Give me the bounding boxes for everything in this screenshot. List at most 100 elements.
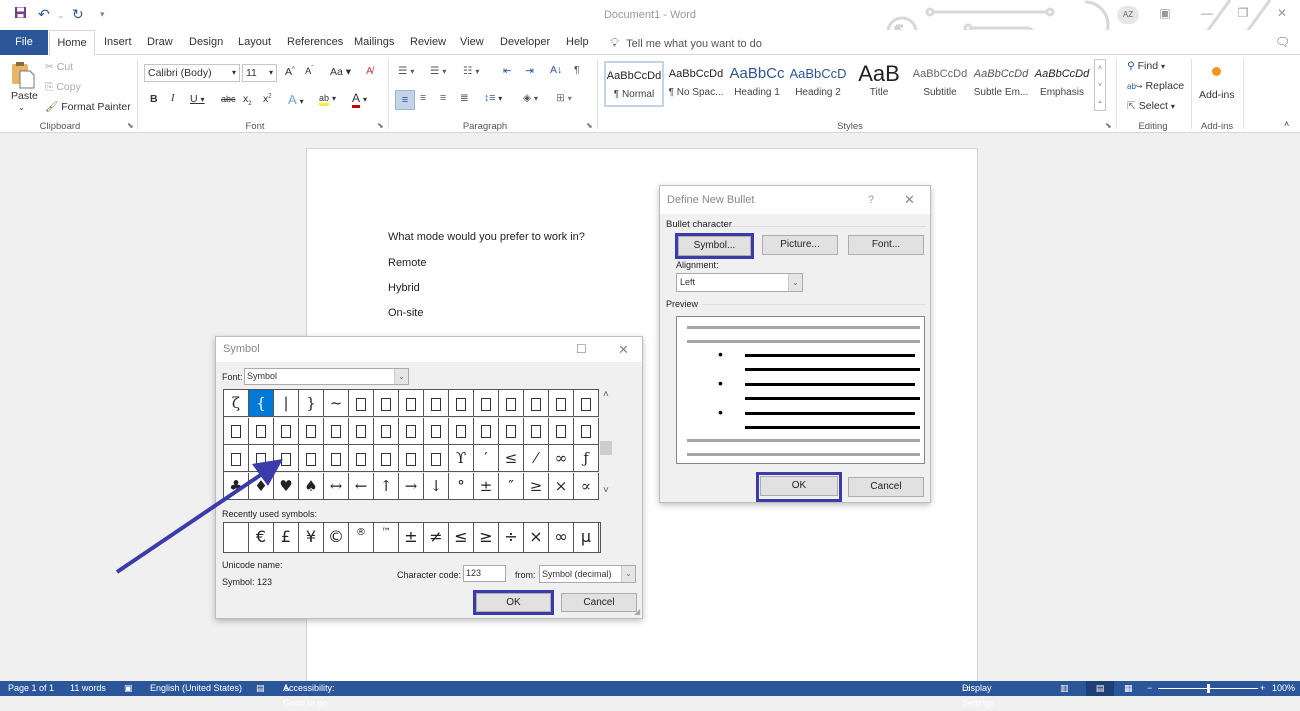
copy-button[interactable]: ⎘ Copy [45, 81, 81, 94]
increase-indent-button[interactable]: ⇥ [525, 65, 534, 77]
symbol-cell[interactable] [324, 417, 349, 445]
symbol-cell[interactable] [349, 417, 374, 445]
font-launcher-icon[interactable]: ⬊ [377, 121, 384, 130]
symbol-cell[interactable] [274, 445, 299, 472]
read-mode-icon[interactable]: ▥ [1060, 681, 1069, 696]
superscript-button[interactable]: x2 [263, 93, 272, 105]
tab-references[interactable]: References [287, 30, 343, 55]
tab-design[interactable]: Design [189, 30, 223, 55]
recent-symbol-cell[interactable]: × [524, 523, 549, 552]
styles-gallery-scroll[interactable]: ˄ ˅ ⩡ [1094, 59, 1106, 111]
decrease-indent-button[interactable]: ⇤ [503, 65, 512, 77]
symbol-cell[interactable]: { [249, 390, 274, 417]
style-subtle-emphasis[interactable]: AaBbCcDd Subtle Em... [971, 61, 1031, 107]
recent-symbol-cell[interactable]: ± [399, 523, 424, 552]
symbol-cell[interactable]: ↑ [374, 472, 399, 500]
symbol-cell[interactable]: ♠ [299, 472, 324, 500]
font-select[interactable]: Symbol ⌄ [244, 368, 409, 385]
ok-button[interactable]: OK [476, 593, 551, 612]
symbol-cell[interactable]: } [299, 390, 324, 417]
symbol-cell[interactable] [474, 417, 499, 445]
recent-symbol-cell[interactable]: ≠ [424, 523, 449, 552]
symbol-cell[interactable] [374, 445, 399, 472]
clear-formatting-icon[interactable]: A̸ [366, 65, 373, 77]
symbol-cell[interactable]: ≤ [499, 445, 524, 472]
subscript-button[interactable]: x2 [243, 93, 252, 107]
zoom-out-button[interactable]: − [1147, 681, 1152, 696]
recent-symbol-cell[interactable]: © [324, 523, 349, 552]
recent-symbol-cell[interactable]: ¥ [299, 523, 324, 552]
cut-button[interactable]: ✂ Cut [45, 61, 73, 73]
recent-symbol-cell[interactable] [224, 523, 249, 552]
help-icon[interactable]: ? [868, 186, 874, 214]
clipboard-launcher-icon[interactable]: ⬊ [127, 121, 134, 130]
scroll-down-icon[interactable]: ˅ [603, 485, 609, 496]
document-option-onsite[interactable]: On-site [388, 307, 423, 319]
close-icon[interactable]: ✕ [904, 186, 915, 214]
character-code-input[interactable]: 123 [463, 565, 506, 582]
font-button[interactable]: Font... [848, 235, 924, 255]
symbol-cell[interactable] [574, 417, 599, 445]
align-left-button[interactable]: ≡ [395, 90, 415, 110]
addins-icon[interactable] [1212, 67, 1221, 76]
style-normal[interactable]: AaBbCcDd ¶ Normal [604, 61, 664, 107]
change-case-button[interactable]: Aa ▾ [330, 66, 351, 78]
symbol-cell[interactable] [424, 445, 449, 472]
shrink-font-button[interactable]: Aˇ [305, 66, 313, 77]
symbol-cell[interactable] [374, 390, 399, 417]
minimize-icon[interactable]: — [1197, 6, 1217, 20]
show-formatting-marks-button[interactable]: ¶ [574, 64, 580, 76]
symbol-cell[interactable]: ± [474, 472, 499, 500]
symbol-cell[interactable]: × [549, 472, 574, 500]
symbol-cell[interactable] [274, 417, 299, 445]
style-heading-1[interactable]: AaBbCc Heading 1 [727, 61, 787, 107]
zoom-slider-thumb[interactable] [1207, 684, 1210, 693]
page-count[interactable]: Page 1 of 1 [8, 681, 54, 696]
style-emphasis[interactable]: AaBbCcDd Emphasis [1032, 61, 1092, 107]
bullets-button[interactable]: ☰ ▾ [398, 65, 414, 77]
symbol-cell[interactable] [449, 417, 474, 445]
tab-layout[interactable]: Layout [238, 30, 271, 55]
symbol-cell[interactable] [299, 445, 324, 472]
strikethrough-button[interactable]: abc [221, 94, 236, 104]
symbol-cell[interactable]: ← [349, 472, 374, 500]
maximize-icon[interactable]: ☐ [576, 337, 587, 362]
cancel-button[interactable]: Cancel [848, 477, 924, 497]
symbol-cell[interactable]: → [399, 472, 424, 500]
align-center-button[interactable]: ≡ [420, 92, 426, 104]
style-subtitle[interactable]: AaBbCcDd Subtitle [910, 61, 970, 107]
recent-symbol-cell[interactable]: ≤ [449, 523, 474, 552]
paragraph-launcher-icon[interactable]: ⬊ [586, 121, 593, 130]
document-option-remote[interactable]: Remote [388, 257, 427, 269]
highlight-color-button[interactable]: ab ▾ [319, 92, 336, 106]
tab-file[interactable]: File [0, 30, 48, 55]
document-question[interactable]: What mode would you prefer to work in? [388, 231, 585, 243]
symbol-cell[interactable]: ƒ [574, 445, 599, 472]
collapse-ribbon-icon[interactable]: ˄ [1284, 119, 1289, 129]
paste-button[interactable]: Paste [11, 90, 38, 102]
symbol-cell[interactable]: ζ [224, 390, 249, 417]
symbol-cell[interactable] [549, 417, 574, 445]
recent-symbol-cell[interactable]: £ [274, 523, 299, 552]
zoom-level[interactable]: 100% [1272, 681, 1295, 696]
ribbon-display-options-icon[interactable]: ▣ [1155, 6, 1175, 20]
comments-icon[interactable]: 🗨︎ [1275, 35, 1290, 49]
tab-home[interactable]: Home [49, 30, 95, 56]
tab-developer[interactable]: Developer [500, 30, 550, 55]
font-color-button[interactable]: A ▾ [352, 91, 367, 108]
symbol-cell[interactable] [499, 417, 524, 445]
symbol-cell[interactable] [299, 417, 324, 445]
word-count[interactable]: 11 words [70, 681, 106, 696]
recent-symbol-cell[interactable]: ÷ [499, 523, 524, 552]
symbol-cell[interactable]: ° [449, 472, 474, 500]
print-layout-icon[interactable]: ▤ [1086, 681, 1114, 696]
select-button[interactable]: ⇱ Select ▾ [1127, 100, 1175, 112]
restore-icon[interactable]: ❐ [1233, 6, 1253, 20]
symbol-cell[interactable]: ♦ [249, 472, 274, 500]
symbol-cell[interactable]: ~ [324, 390, 349, 417]
symbol-cell[interactable] [349, 390, 374, 417]
symbol-cell[interactable] [249, 417, 274, 445]
close-icon[interactable]: ✕ [1272, 6, 1292, 20]
symbol-cell[interactable]: ↓ [424, 472, 449, 500]
symbol-cell[interactable] [449, 390, 474, 417]
